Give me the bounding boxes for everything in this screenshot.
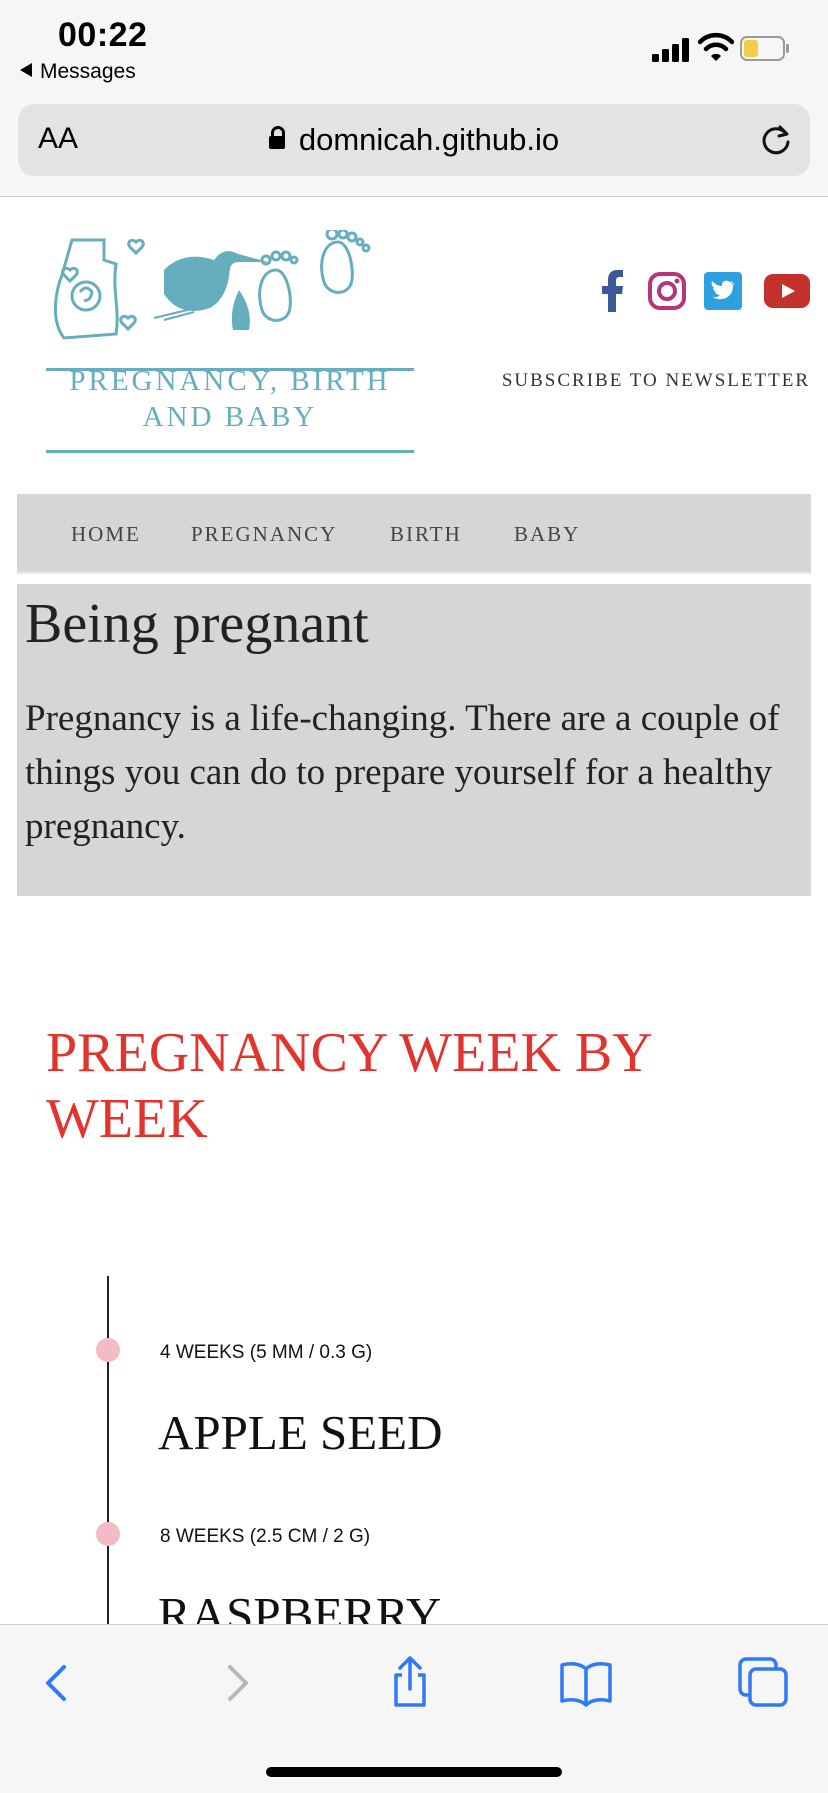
youtube-icon[interactable] [764,274,810,308]
timeline-size-label: 4 WEEKS (5 MM / 0.3 G) [160,1342,373,1363]
timeline-size-label: 8 WEEKS (2.5 CM / 2 G) [160,1526,371,1547]
browser-top-chrome: 00:22 Messages AA domnicah.github.io [0,0,828,197]
lock-icon [268,126,285,149]
main-nav: HOME PREGNANCY BIRTH BABY [17,494,811,574]
instagram-icon[interactable] [648,272,686,310]
hero-section: Being pregnant Pregnancy is a life-chang… [17,584,811,896]
url-field[interactable]: domnicah.github.io [18,122,810,158]
browser-bottom-toolbar [0,1624,828,1793]
logo-graphic: PREGNANCY, BIRTH AND BABY [46,227,414,453]
timeline-dot [96,1522,120,1546]
cellular-signal-icon [652,36,692,62]
back-app-label: Messages [40,60,136,83]
back-arrow-icon [20,63,32,77]
status-time: 00:22 [58,16,148,54]
facebook-icon[interactable] [600,270,624,312]
nav-pregnancy[interactable]: PREGNANCY [191,522,337,547]
twitter-icon[interactable] [704,272,742,310]
bookmarks-icon[interactable] [558,1655,614,1711]
reload-icon[interactable] [758,122,794,158]
nav-home[interactable]: HOME [71,522,141,547]
back-icon[interactable] [30,1655,86,1711]
logo-text-line2: AND BABY [143,401,318,433]
wifi-icon [698,32,734,61]
forward-icon[interactable] [208,1655,264,1711]
subscribe-newsletter-link[interactable]: SUBSCRIBE TO NEWSLETTER [502,370,810,392]
week-by-week-heading: PREGNANCY WEEK BY WEEK [46,1022,651,1150]
address-bar[interactable]: AA domnicah.github.io [18,104,810,176]
tabs-icon[interactable] [736,1655,792,1711]
home-indicator[interactable] [266,1767,562,1777]
timeline-dot [96,1338,120,1362]
hero-title: Being pregnant [25,593,369,655]
hero-text: Pregnancy is a life-changing. There are … [25,698,780,847]
back-to-messages-button[interactable]: Messages [20,60,136,84]
timeline-line [107,1276,109,1636]
nav-birth[interactable]: BIRTH [390,522,462,547]
timeline-fruit-label: APPLE SEED [158,1405,443,1460]
site-logo[interactable]: PREGNANCY, BIRTH AND BABY [44,227,416,460]
nav-baby[interactable]: BABY [514,522,580,547]
url-text: domnicah.github.io [298,122,560,157]
battery-icon [740,36,789,61]
share-icon[interactable] [382,1655,438,1711]
